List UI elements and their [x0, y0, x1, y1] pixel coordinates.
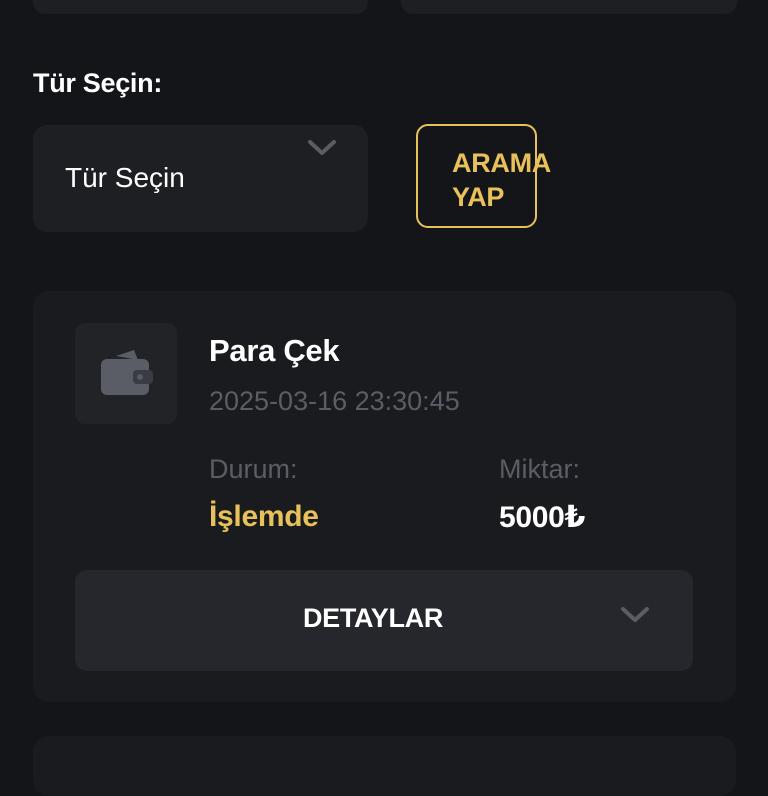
type-select-value: Tür Seçin: [65, 162, 185, 193]
amount-label: Miktar:: [499, 454, 580, 484]
transaction-icon-box: [75, 323, 177, 424]
status-value: İşlemde: [209, 500, 319, 533]
transaction-date: 2025-03-16 23:30:45: [209, 386, 460, 416]
status-label: Durum:: [209, 454, 298, 484]
next-transaction-card: [33, 736, 736, 796]
transaction-title: Para Çek: [209, 333, 340, 368]
wallet-icon: [101, 350, 153, 395]
search-button[interactable]: ARAMA YAP: [416, 124, 551, 228]
type-filter-label: Tür Seçin:: [33, 68, 163, 98]
chevron-down-icon: [308, 140, 336, 155]
amount-value: 5000₺: [499, 501, 586, 534]
details-button[interactable]: DETAYLAR: [75, 570, 693, 671]
previous-field-left[interactable]: [33, 0, 368, 14]
transaction-card: Para Çek 2025-03-16 23:30:45 Durum: İşle…: [33, 291, 736, 702]
type-select-dropdown[interactable]: Tür Seçin: [33, 125, 368, 232]
search-button-label: ARAMA YAP: [452, 148, 551, 212]
details-button-label: DETAYLAR: [302, 603, 444, 633]
chevron-down-icon: [621, 607, 649, 622]
previous-field-right[interactable]: [401, 0, 737, 14]
